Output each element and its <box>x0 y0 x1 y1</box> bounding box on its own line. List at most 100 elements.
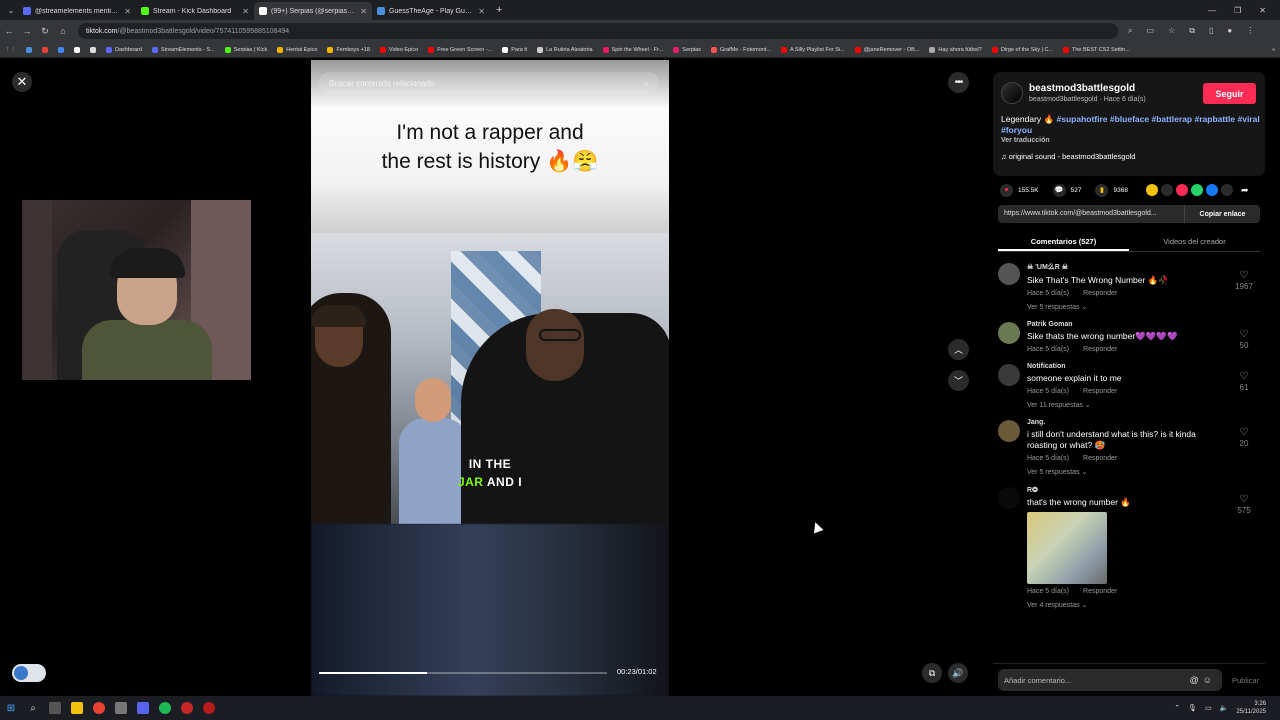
mention-emoji-icons[interactable]: @☺ <box>1190 675 1216 685</box>
browser-tab[interactable]: GuessTheAge - Play Guess The✕ <box>372 2 490 20</box>
settings-app-icon[interactable] <box>110 697 132 719</box>
comment-stat[interactable]: 💬 527 <box>1052 183 1081 197</box>
add-comment-input[interactable]: Añadir comentario... @☺ <box>998 669 1222 691</box>
comment-author[interactable]: Patrik Goman <box>1027 321 1260 328</box>
comment-like[interactable]: ♡ 50 <box>1232 329 1256 350</box>
bookmark-item[interactable] <box>37 46 53 53</box>
see-translation-link[interactable]: Ver traducción <box>1001 137 1050 144</box>
heart-outline-icon[interactable]: ♡ <box>1232 371 1256 383</box>
minimize-icon[interactable]: — <box>1208 6 1216 15</box>
bookmark-item[interactable]: GrafMe - Fotomont... <box>706 46 776 53</box>
start-icon[interactable]: ⊞ <box>0 697 22 719</box>
video-link-field[interactable]: https://www.tiktok.com/@beastmod3battles… <box>998 205 1184 223</box>
comment-avatar[interactable] <box>998 420 1020 442</box>
reply-button[interactable]: Responder <box>1083 388 1117 395</box>
bookmark-icon[interactable]: ▮ <box>1095 183 1109 197</box>
heart-outline-icon[interactable]: ♡ <box>1232 494 1256 506</box>
bookmark-item[interactable]: Femboys +18 <box>322 46 374 53</box>
share-platform-icon[interactable] <box>1220 184 1233 196</box>
task-view-icon[interactable] <box>44 697 66 719</box>
view-replies-button[interactable]: Ver 5 respuestas ⌄ <box>1027 303 1260 311</box>
bookmark-item[interactable]: Dashboard <box>101 46 147 53</box>
comment-avatar[interactable] <box>998 364 1020 386</box>
hashtag-link[interactable]: #blueface <box>1110 114 1149 124</box>
heart-outline-icon[interactable]: ♡ <box>1232 427 1256 439</box>
bookmark-item[interactable]: @janeRemover - OB... <box>850 46 925 53</box>
comment-like[interactable]: ♡ 20 <box>1232 427 1256 448</box>
hashtag-link[interactable]: #supahotfire <box>1057 114 1108 124</box>
url-field[interactable]: tiktok.com/@beastmod3battlesgold/video/7… <box>78 23 1118 39</box>
tab-creator-videos[interactable]: Videos del creador <box>1129 230 1260 251</box>
view-replies-button[interactable]: Ver 5 respuestas ⌄ <box>1027 468 1260 476</box>
bookmark-item[interactable] <box>69 46 85 53</box>
comment-like[interactable]: ♡ 61 <box>1232 371 1256 392</box>
bookmark-item[interactable]: Hay ahora fútbol? <box>924 46 986 53</box>
share-platform-icon[interactable] <box>1160 184 1173 196</box>
comment-icon[interactable]: 💬 <box>1052 183 1066 197</box>
comment-like[interactable]: ♡ 1967 <box>1232 270 1256 291</box>
more-options-button[interactable]: ••• <box>948 72 969 93</box>
bookmark-item[interactable]: A Silly Playlist For Si... <box>776 46 850 53</box>
network-icon[interactable]: ▭ <box>1205 704 1212 712</box>
reply-button[interactable]: Responder <box>1083 455 1117 462</box>
menu-icon[interactable]: ⋮ <box>1246 26 1254 36</box>
comment-avatar[interactable] <box>998 322 1020 344</box>
close-tab-icon[interactable]: ✕ <box>360 7 367 16</box>
forward-icon[interactable]: → <box>18 26 36 36</box>
tab-search-icon[interactable]: ⌄ <box>4 3 18 17</box>
hashtag-link[interactable]: #viral <box>1237 114 1259 124</box>
bookmark-item[interactable] <box>85 46 101 53</box>
cast-icon[interactable]: ▭ <box>1146 26 1154 36</box>
comment-like[interactable]: ♡ 575 <box>1232 494 1256 515</box>
volume-icon[interactable]: 🔊 <box>948 663 968 683</box>
hashtag-link[interactable]: #battlerap <box>1151 114 1192 124</box>
comment-avatar[interactable] <box>998 263 1020 285</box>
back-icon[interactable]: ← <box>0 26 18 36</box>
chrome-icon[interactable] <box>88 697 110 719</box>
publish-button[interactable]: Publicar <box>1232 676 1259 685</box>
browser-tab[interactable]: @streamelements mentione ✕ <box>18 2 136 20</box>
taskbar-search-icon[interactable]: ⌕ <box>22 697 44 719</box>
bookmark-item[interactable]: Hentai Epico <box>272 46 322 53</box>
hashtag-link[interactable]: #foryou <box>1001 125 1032 135</box>
home-icon[interactable]: ⌂ <box>54 26 72 36</box>
browser-tab[interactable]: (99+) Serpias (@serpias) | TikTok ✕ <box>254 2 372 20</box>
bookmark-item[interactable]: Dirge of the Sky | C... <box>987 46 1058 53</box>
share-arrow-icon[interactable]: ➦ <box>1241 185 1249 196</box>
share-platform-icon[interactable] <box>1190 184 1203 196</box>
bookmark-item[interactable]: StreamElements - S... <box>147 46 220 53</box>
heart-outline-icon[interactable]: ♡ <box>1232 270 1256 282</box>
heart-icon[interactable]: ♥ <box>1000 183 1013 197</box>
extensions-icon[interactable]: ⧉ <box>1189 26 1195 36</box>
heart-outline-icon[interactable]: ♡ <box>1232 329 1256 341</box>
bookmark-item[interactable]: Para ti <box>497 46 532 53</box>
comment-image[interactable] <box>1027 512 1107 584</box>
view-replies-button[interactable]: Ver 11 respuestas ⌄ <box>1027 401 1260 409</box>
bookmark-item[interactable]: The BEST CS2 Settin... <box>1058 46 1135 53</box>
comment-author[interactable]: ☠ 'UM么R ☠ <box>1027 262 1260 272</box>
sidebar-icon[interactable]: ▯ <box>1209 26 1213 36</box>
creator-avatar[interactable] <box>1001 82 1023 104</box>
close-tab-icon[interactable]: ✕ <box>478 7 485 16</box>
comment-author[interactable]: Jang. <box>1027 419 1260 426</box>
reply-button[interactable]: Responder <box>1083 588 1117 595</box>
copy-link-button[interactable]: Copiar enlace <box>1184 205 1260 223</box>
new-tab-button[interactable]: + <box>496 4 502 16</box>
tray-chevron-icon[interactable]: ⌃ <box>1174 704 1180 712</box>
pip-icon[interactable]: ⧉ <box>922 663 942 683</box>
tab-comments[interactable]: Comentarios (527) <box>998 230 1129 251</box>
speaker-icon[interactable]: 🔈 <box>1220 704 1229 712</box>
close-tab-icon[interactable]: ✕ <box>242 7 249 16</box>
browser-tab[interactable]: Stream - Kick Dashboard ✕ <box>136 2 254 20</box>
bookmark-item[interactable]: Serpias | Kick <box>220 46 273 53</box>
bookmark-item[interactable]: La Ruleta Aleatoria <box>532 46 597 53</box>
system-clock[interactable]: 3:26 25/11/2025 <box>1236 700 1266 716</box>
profile-avatar[interactable]: ● <box>1227 26 1232 36</box>
apps-icon[interactable]: ⋮⋮ <box>0 47 21 53</box>
hashtag-link[interactable]: #rapbattle <box>1194 114 1235 124</box>
share-platform-icon[interactable] <box>1205 184 1218 196</box>
creator-name[interactable]: beastmod3battlesgold <box>1029 83 1135 94</box>
bookmark-item[interactable]: Spin the Wheel - Fr... <box>598 46 669 53</box>
search-icon[interactable]: ⌕ <box>644 78 649 89</box>
share-platform-icon[interactable] <box>1145 184 1158 196</box>
